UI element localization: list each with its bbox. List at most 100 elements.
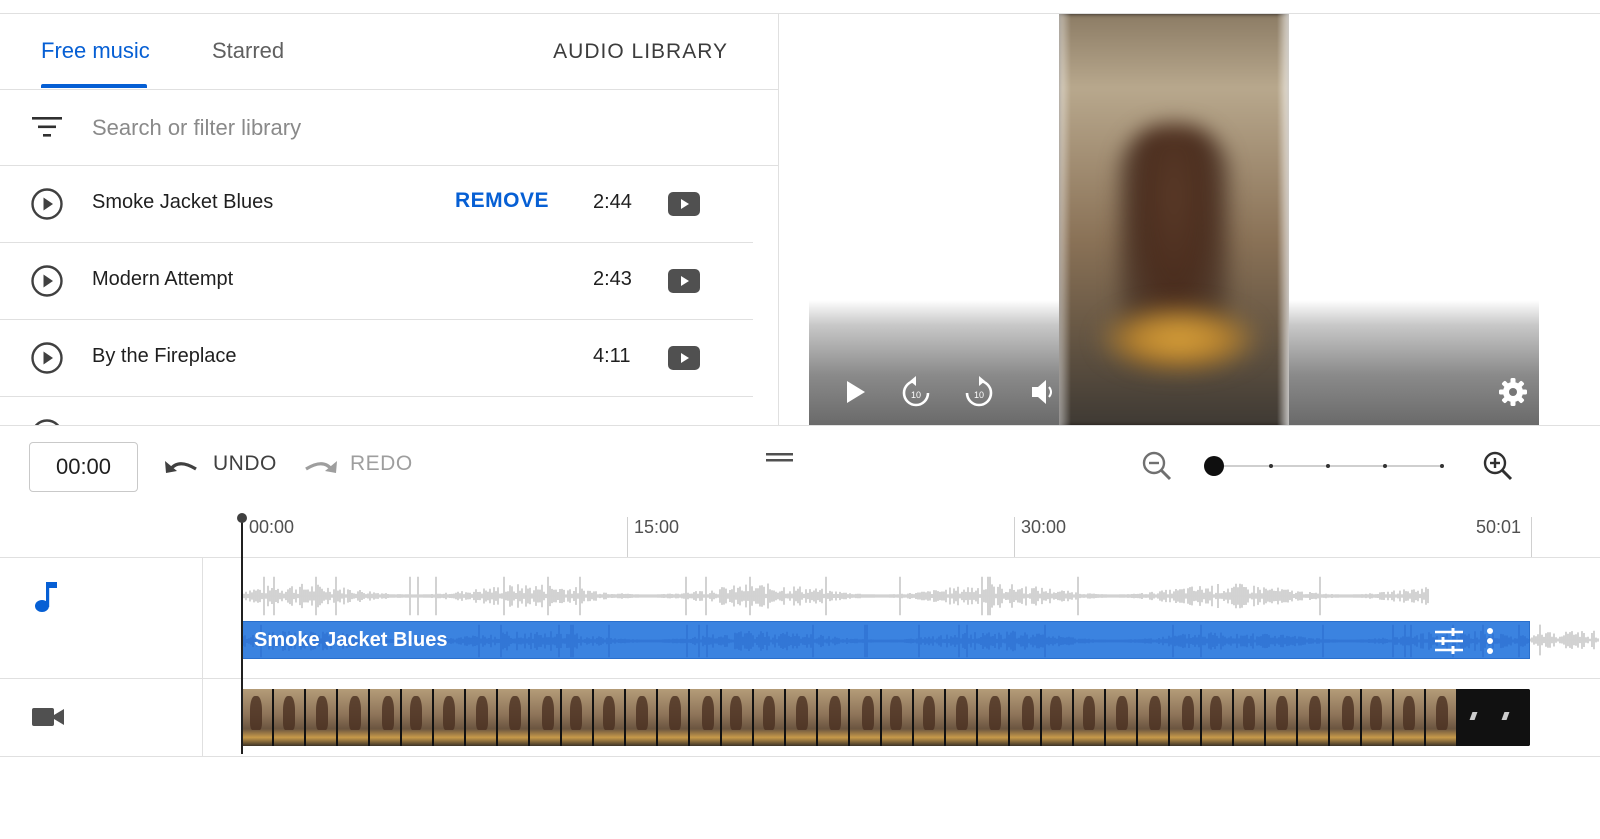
filmstrip-frame	[1426, 689, 1458, 746]
filmstrip-frame	[850, 689, 882, 746]
youtube-icon[interactable]	[668, 269, 700, 293]
track-title: By the Fireplace	[92, 345, 237, 367]
filmstrip-frame	[306, 689, 338, 746]
svg-text:10: 10	[974, 390, 984, 400]
filmstrip-frame	[1106, 689, 1138, 746]
track-title: Modern Attempt	[92, 268, 234, 290]
ruler-tick	[1531, 517, 1532, 557]
filmstrip-frame	[754, 689, 786, 746]
forward-10-icon[interactable]: 10	[964, 375, 994, 409]
filmstrip-frame	[1202, 689, 1234, 746]
tab-starred[interactable]: Starred	[212, 38, 284, 64]
ruler-label: 15:00	[634, 517, 680, 537]
filmstrip-frame	[466, 689, 498, 746]
volume-icon[interactable]	[1030, 378, 1054, 406]
audio-waveform	[242, 576, 1429, 616]
track-duration: 4:11	[593, 345, 631, 367]
youtube-icon[interactable]	[668, 346, 700, 370]
filmstrip-frame	[1042, 689, 1074, 746]
track-row-partial[interactable]	[0, 397, 753, 425]
filmstrip-frame	[242, 689, 274, 746]
track-title: Smoke Jacket Blues	[92, 191, 274, 213]
play-circle-icon[interactable]	[31, 342, 63, 374]
filmstrip-frame	[530, 689, 562, 746]
audio-clip[interactable]: Smoke Jacket Blues	[242, 621, 1530, 659]
audio-overflow-waveform	[1530, 624, 1599, 656]
filmstrip-frame	[1074, 689, 1106, 746]
music-note-icon	[35, 582, 57, 612]
audio-track: Smoke Jacket Blues	[0, 558, 1600, 679]
track-row[interactable]: By the Fireplace 4:11	[0, 320, 753, 397]
svg-text:10: 10	[911, 390, 921, 400]
play-circle-icon[interactable]	[31, 188, 63, 220]
filmstrip-frame	[946, 689, 978, 746]
slider-tick	[1383, 464, 1387, 468]
video-frame[interactable]	[1059, 14, 1289, 425]
filmstrip-frame	[1490, 689, 1522, 746]
settings-icon[interactable]	[1499, 378, 1527, 406]
active-tab-indicator	[41, 84, 147, 88]
zoom-out-icon[interactable]	[1141, 450, 1173, 482]
replay-10-icon[interactable]: 10	[901, 375, 931, 409]
play-icon[interactable]	[844, 379, 868, 405]
filter-icon[interactable]	[32, 115, 62, 139]
search-input[interactable]	[92, 112, 692, 144]
playhead[interactable]	[241, 514, 243, 754]
ruler-tick	[627, 517, 628, 557]
resize-handle-icon[interactable]	[766, 453, 793, 463]
audio-track-header	[0, 558, 203, 678]
slider-tick	[1440, 464, 1444, 468]
filmstrip-frame	[1266, 689, 1298, 746]
track-duration: 2:44	[593, 191, 632, 213]
current-time-field[interactable]: 00:00	[29, 442, 138, 492]
equalizer-icon[interactable]	[1435, 628, 1463, 654]
filmstrip-frame	[402, 689, 434, 746]
ruler-label: 30:00	[1021, 517, 1067, 537]
youtube-icon[interactable]	[668, 192, 700, 216]
filmstrip-frame	[882, 689, 914, 746]
filmstrip-frame	[1010, 689, 1042, 746]
filmstrip-frame	[1234, 689, 1266, 746]
audio-clip-title: Smoke Jacket Blues	[254, 629, 448, 651]
filmstrip-frame	[1362, 689, 1394, 746]
zoom-in-icon[interactable]	[1482, 450, 1514, 482]
redo-icon[interactable]	[302, 454, 338, 476]
playhead-knob[interactable]	[237, 513, 247, 523]
slider-tick	[1326, 464, 1330, 468]
track-row[interactable]: Modern Attempt 2:43	[0, 243, 753, 320]
remove-button[interactable]: REMOVE	[455, 189, 549, 213]
play-circle-icon[interactable]	[31, 265, 63, 297]
more-vert-icon[interactable]	[1485, 628, 1495, 654]
filmstrip-frame	[1394, 689, 1426, 746]
library-tabs: Free music Starred AUDIO LIBRARY	[0, 14, 778, 90]
undo-icon[interactable]	[164, 454, 200, 476]
tab-free-music[interactable]: Free music	[41, 38, 150, 64]
filmstrip-frame	[786, 689, 818, 746]
filmstrip-frame	[594, 689, 626, 746]
undo-button[interactable]: UNDO	[213, 452, 277, 476]
filmstrip-frame	[498, 689, 530, 746]
editor-toolbar: 00:00 UNDO REDO	[0, 425, 1600, 505]
filmstrip-frame	[370, 689, 402, 746]
filmstrip-frame	[1330, 689, 1362, 746]
track-row[interactable]: Smoke Jacket Blues REMOVE 2:44	[0, 166, 753, 243]
filmstrip-frame	[978, 689, 1010, 746]
filmstrip-frame	[1522, 689, 1530, 746]
filmstrip-frame	[818, 689, 850, 746]
filmstrip-frame	[1298, 689, 1330, 746]
filmstrip-frame	[1138, 689, 1170, 746]
zoom-slider-thumb[interactable]	[1204, 456, 1224, 476]
ruler-label: 50:01	[1476, 517, 1522, 537]
ruler-label: 00:00	[249, 517, 295, 537]
redo-button[interactable]: REDO	[350, 452, 413, 476]
zoom-slider[interactable]	[1204, 456, 1444, 476]
video-filmstrip[interactable]	[242, 689, 1530, 746]
audio-library-panel: Free music Starred AUDIO LIBRARY Smoke J…	[0, 14, 779, 425]
filmstrip-frame	[274, 689, 306, 746]
search-row	[0, 90, 778, 166]
filmstrip-frame	[562, 689, 594, 746]
filmstrip-frame	[338, 689, 370, 746]
filmstrip-frame	[690, 689, 722, 746]
panel-title: AUDIO LIBRARY	[553, 40, 728, 63]
video-camera-icon	[32, 708, 64, 726]
